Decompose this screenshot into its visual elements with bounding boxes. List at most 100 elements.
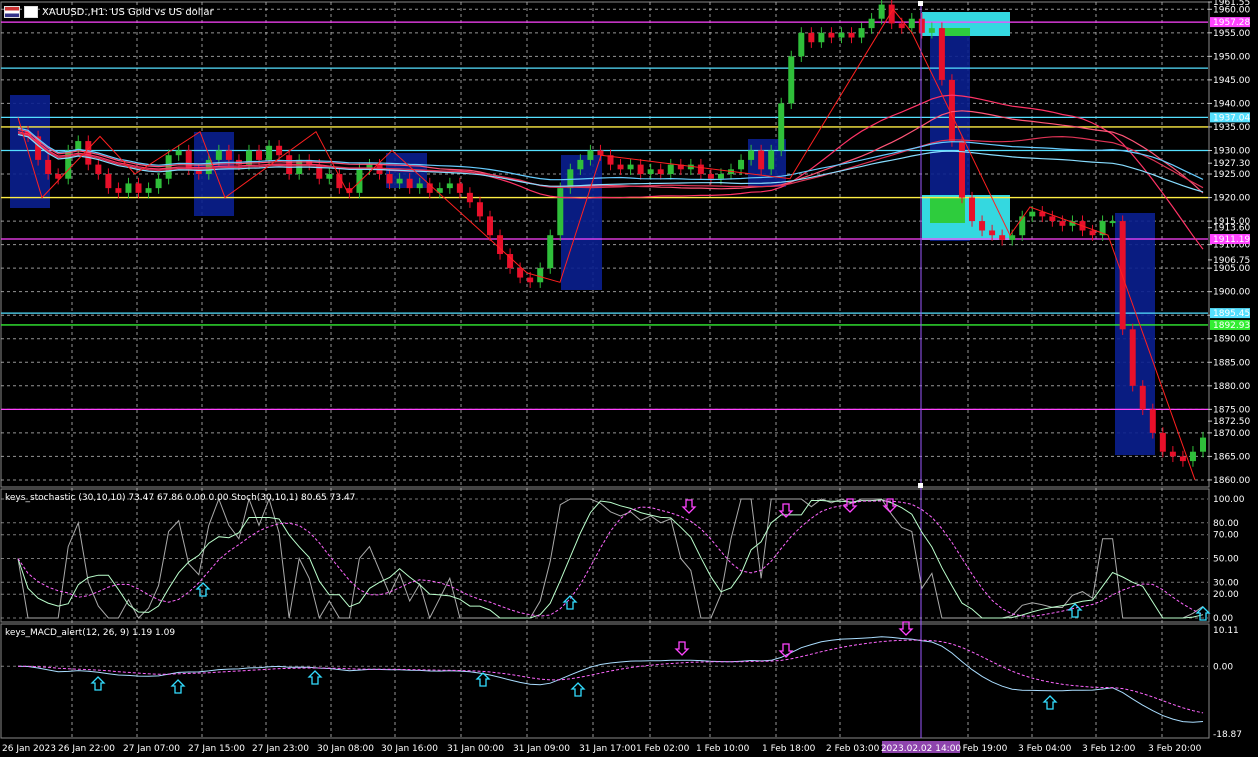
price-label: 1955.00 bbox=[1213, 29, 1250, 39]
candle-body bbox=[798, 32, 805, 57]
candle-body bbox=[356, 169, 363, 193]
price-label: 1900.00 bbox=[1213, 288, 1250, 298]
candle-body bbox=[627, 164, 634, 170]
macd-level-label: 10.11 bbox=[1213, 626, 1239, 636]
candle-body bbox=[215, 150, 222, 160]
time-label: 2 Feb 03:00 bbox=[826, 744, 880, 754]
price-label: 1875.00 bbox=[1213, 405, 1250, 415]
candle-body bbox=[537, 268, 544, 283]
candle-body bbox=[697, 164, 704, 175]
price-label: 1880.00 bbox=[1213, 382, 1250, 392]
candle-body bbox=[979, 221, 986, 231]
candle-body bbox=[898, 23, 905, 29]
candle-body bbox=[1059, 221, 1066, 226]
stoch-level-label: 50.00 bbox=[1213, 555, 1239, 565]
candle-body bbox=[958, 141, 965, 198]
macd-sell-arrow-icon bbox=[674, 641, 690, 656]
candle-body bbox=[717, 174, 724, 179]
price-chart[interactable]: 26 Jan 2023 26 Jan 22:00 27 Jan 07:00 27 Ja… bbox=[0, 0, 1258, 757]
stoch-level-label: 70.00 bbox=[1213, 531, 1239, 541]
candle-body bbox=[406, 178, 413, 189]
candle-body bbox=[808, 32, 815, 43]
candle-body bbox=[908, 18, 915, 29]
candle-body bbox=[95, 164, 102, 175]
time-label: 3 Feb 04:00 bbox=[1018, 744, 1072, 754]
stoch-sell-arrow-icon bbox=[681, 499, 697, 514]
candle-body bbox=[1149, 409, 1156, 433]
candle-body bbox=[266, 145, 273, 160]
macd-level-label: 0.00 bbox=[1213, 662, 1233, 672]
price-label: 1940.00 bbox=[1213, 99, 1250, 109]
chart-window-icon[interactable] bbox=[4, 6, 20, 18]
time-label: 1 Feb 02:00 bbox=[636, 744, 690, 754]
candle-body bbox=[1049, 216, 1056, 222]
zone-box bbox=[930, 198, 965, 223]
candle-body bbox=[758, 150, 765, 170]
candle-body bbox=[1139, 385, 1146, 410]
time-label: 26 Jan 22:00 bbox=[58, 744, 115, 754]
macd-buy-arrow-icon bbox=[1042, 695, 1058, 710]
candle-body bbox=[135, 183, 142, 193]
stoch-level-label: 20.00 bbox=[1213, 590, 1239, 600]
time-label: 31 Jan 09:00 bbox=[513, 744, 570, 754]
candle-body bbox=[466, 192, 473, 203]
candle-body bbox=[587, 150, 594, 160]
time-label: 31 Jan 00:00 bbox=[447, 744, 504, 754]
candle-body bbox=[416, 183, 423, 189]
time-label: 3 Feb 12:00 bbox=[1082, 744, 1136, 754]
candle-body bbox=[768, 150, 775, 170]
stoch-panel-title: keys_stochastic (30,10,10) 73.47 67.86 0… bbox=[5, 493, 356, 503]
stoch-level-label: 30.00 bbox=[1213, 578, 1239, 588]
price-label: 1870.00 bbox=[1213, 429, 1250, 439]
candle-body bbox=[1169, 451, 1176, 457]
candle-body bbox=[969, 197, 976, 222]
crosshair-time-label: 2023.02.02 14:00 bbox=[881, 744, 962, 754]
price-label: 1860.00 bbox=[1213, 476, 1250, 486]
candle-body bbox=[125, 183, 132, 193]
candle-body bbox=[818, 32, 825, 43]
time-label: 30 Jan 16:00 bbox=[381, 744, 438, 754]
price-tag-label: 1895.45 bbox=[1213, 309, 1250, 319]
candle-body bbox=[486, 216, 493, 236]
candle-body bbox=[1129, 329, 1136, 386]
candle-body bbox=[938, 28, 945, 80]
candle-body bbox=[1200, 437, 1206, 452]
order-block bbox=[561, 155, 602, 290]
time-label: 27 Jan 15:00 bbox=[188, 744, 245, 754]
price-label: 1890.00 bbox=[1213, 335, 1250, 345]
candle-body bbox=[738, 159, 745, 170]
candle-body bbox=[918, 18, 925, 33]
marker-dot bbox=[918, 1, 923, 6]
candle-body bbox=[276, 145, 283, 156]
candle-body bbox=[778, 103, 785, 151]
price-label: 1950.00 bbox=[1213, 52, 1250, 62]
macd-line bbox=[17, 636, 1204, 723]
order-block bbox=[10, 95, 50, 208]
grid-toggle-icon[interactable] bbox=[24, 6, 38, 18]
chart-title-bar: XAUUSD.,H1: US Gold vs US dollar bbox=[4, 4, 214, 20]
candle-body bbox=[45, 159, 52, 175]
price-label: 1872.50 bbox=[1213, 417, 1250, 427]
candle-body bbox=[838, 32, 845, 38]
stoch-panel-border bbox=[0, 488, 1210, 623]
candle-body bbox=[597, 150, 604, 156]
time-label: 1 Feb 18:00 bbox=[762, 744, 816, 754]
candle-body bbox=[185, 150, 192, 170]
candle-body bbox=[868, 18, 875, 29]
stoch-level-label: 80.00 bbox=[1213, 519, 1239, 529]
candle-body bbox=[999, 235, 1006, 240]
stoch-level-label: 0.00 bbox=[1213, 614, 1233, 624]
candle-body bbox=[1109, 221, 1116, 224]
candle-body bbox=[1089, 230, 1096, 236]
candle-body bbox=[225, 150, 232, 160]
candle-body bbox=[577, 159, 584, 170]
price-label: 1920.00 bbox=[1213, 194, 1250, 204]
candle-body bbox=[748, 150, 755, 160]
candle-body bbox=[326, 174, 333, 179]
candle-body bbox=[105, 174, 112, 189]
candle-body bbox=[547, 235, 554, 269]
candle-body bbox=[256, 150, 263, 160]
candle-body bbox=[657, 169, 664, 175]
candle-body bbox=[989, 230, 996, 236]
price-label: 1865.00 bbox=[1213, 452, 1250, 462]
